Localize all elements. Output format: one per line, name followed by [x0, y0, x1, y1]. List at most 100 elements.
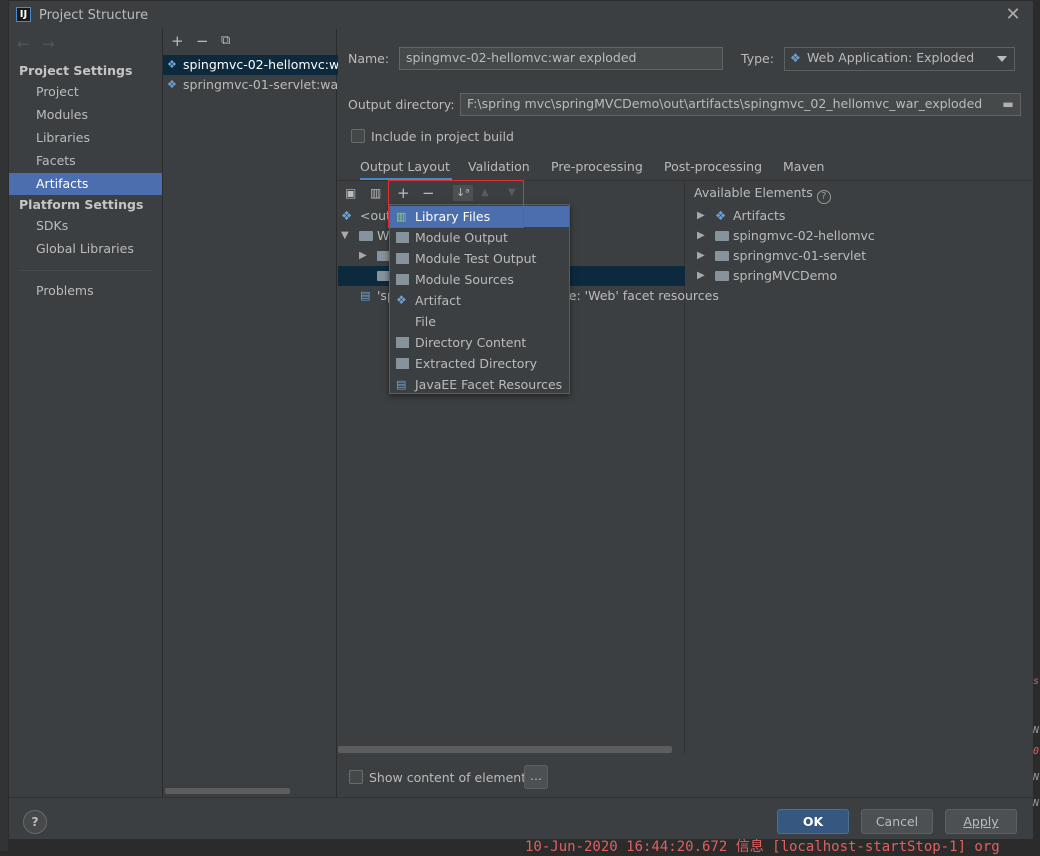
available-elements-panel: Available Elements? ▶ ❖ Artifacts ▶ spin… — [685, 181, 1033, 754]
new-folder-icon[interactable]: ▣ — [345, 185, 356, 201]
forward-arrow-icon[interactable]: → — [42, 35, 55, 53]
sidebar-item-project[interactable]: Project — [9, 81, 162, 103]
artifact-settings-panel: Name: spingmvc-02-hellomvc:war exploded … — [338, 29, 1033, 797]
ok-button[interactable]: OK — [777, 809, 849, 834]
menu-item-library-files[interactable]: ▥ Library Files — [390, 206, 569, 227]
include-build-label: Include in project build — [371, 129, 514, 144]
artifact-icon: ❖ — [715, 208, 727, 223]
available-item-label: springMVCDemo — [733, 268, 838, 283]
menu-item-module-output[interactable]: Module Output — [390, 227, 569, 248]
type-value: Web Application: Exploded — [807, 50, 975, 65]
sidebar-item-problems[interactable]: Problems — [9, 280, 162, 302]
menu-item-file[interactable]: File — [390, 311, 569, 332]
archive-icon[interactable]: ▥ — [370, 185, 381, 201]
available-elements-title: Available Elements — [694, 185, 813, 200]
menu-item-module-test-output[interactable]: Module Test Output — [390, 248, 569, 269]
show-content-checkbox[interactable] — [349, 770, 363, 784]
menu-item-artifact[interactable]: ❖ Artifact — [390, 290, 569, 311]
module-icon — [715, 251, 729, 261]
platform-settings-header: Platform Settings — [19, 197, 144, 212]
name-field[interactable]: spingmvc-02-hellomvc:war exploded — [399, 47, 723, 70]
artifact-item[interactable]: ❖ spingmvc-02-hellomvc:war exploded — [163, 55, 338, 75]
apply-button[interactable]: Apply — [945, 809, 1017, 834]
back-arrow-icon[interactable]: ← — [17, 35, 30, 53]
sidebar-item-global-libraries[interactable]: Global Libraries — [9, 238, 162, 260]
sidebar-item-modules[interactable]: Modules — [9, 104, 162, 126]
folder-icon — [396, 274, 409, 285]
output-directory-field[interactable]: F:\spring mvc\springMVCDemo\out\artifact… — [460, 93, 1021, 116]
folder-browse-icon[interactable]: ▬ — [999, 97, 1017, 111]
tab-validation[interactable]: Validation — [468, 159, 530, 181]
close-icon[interactable]: ✕ — [1003, 5, 1023, 25]
available-item-label: Artifacts — [733, 208, 786, 223]
horizontal-scrollbar[interactable] — [165, 788, 290, 794]
menu-item-label: Artifact — [415, 293, 461, 308]
menu-item-javaee-facet-resources[interactable]: ▤ JavaEE Facet Resources — [390, 374, 569, 395]
available-item-label: springmvc-01-servlet — [733, 248, 867, 263]
menu-item-extracted-directory[interactable]: Extracted Directory — [390, 353, 569, 374]
folder-icon — [396, 232, 409, 243]
artifacts-list-panel: + − ⧉ ❖ spingmvc-02-hellomvc:war explode… — [162, 29, 338, 797]
console-log-line: 10-Jun-2020 16:44:20.672 信息 [localhost-s… — [525, 839, 1000, 855]
help-button[interactable]: ? — [23, 810, 47, 834]
show-content-options-button[interactable]: ... — [524, 765, 548, 789]
remove-icon[interactable]: − — [196, 33, 209, 49]
collapsed-arrow-icon: ▶ — [697, 230, 705, 241]
available-item-artifacts[interactable]: ▶ ❖ Artifacts — [685, 206, 1033, 226]
project-structure-dialog: IJ Project Structure ✕ ← → Project Setti… — [8, 0, 1033, 839]
extracted-directory-icon — [396, 358, 409, 369]
sidebar-item-artifacts[interactable]: Artifacts — [9, 173, 162, 195]
module-icon — [715, 271, 729, 281]
sidebar-item-libraries[interactable]: Libraries — [9, 127, 162, 149]
chevron-down-icon — [997, 56, 1007, 62]
menu-item-label: File — [415, 314, 436, 329]
ide-background-left — [0, 0, 8, 851]
move-up-icon[interactable]: ▲ — [481, 185, 489, 201]
collapsed-arrow-icon: ▶ — [697, 250, 705, 261]
tab-post-processing[interactable]: Post-processing — [664, 159, 762, 181]
dialog-footer: ? OK Cancel Apply — [9, 797, 1033, 839]
copy-icon[interactable]: ⧉ — [221, 33, 230, 49]
add-copy-of-icon[interactable]: + — [397, 185, 410, 201]
facet-resource-icon: ▤ — [360, 289, 371, 302]
cancel-button[interactable]: Cancel — [861, 809, 933, 834]
include-build-checkbox[interactable] — [351, 129, 365, 143]
move-down-icon[interactable]: ▼ — [508, 185, 516, 201]
collapsed-arrow-icon: ▶ — [697, 210, 705, 221]
add-icon[interactable]: + — [171, 33, 184, 49]
sort-icon[interactable]: ↓ᵃ — [453, 185, 473, 201]
tab-maven[interactable]: Maven — [783, 159, 824, 181]
help-icon[interactable]: ? — [816, 190, 831, 204]
available-elements-header: Available Elements? — [694, 183, 1040, 204]
folder-icon — [359, 231, 373, 241]
horizontal-scrollbar[interactable] — [338, 746, 672, 753]
menu-item-label: Extracted Directory — [415, 356, 537, 371]
collapsed-arrow-icon: ▶ — [359, 250, 367, 261]
available-item-module[interactable]: ▶ springmvc-01-servlet — [685, 246, 1033, 266]
artifact-item[interactable]: ❖ springmvc-01-servlet:war exploded — [163, 75, 338, 95]
show-content-label: Show content of elements — [369, 770, 533, 785]
available-item-module[interactable]: ▶ springMVCDemo — [685, 266, 1033, 286]
tab-pre-processing[interactable]: Pre-processing — [551, 159, 643, 181]
artifact-label: spingmvc-02-hellomvc:war exploded — [183, 57, 338, 72]
layout-toolbar: ▣ ▥ + − ↓ᵃ ▲ ▼ — [338, 181, 685, 205]
output-directory-value: F:\spring mvc\springMVCDemo\out\artifact… — [467, 96, 983, 111]
web-app-icon: ❖ — [790, 51, 801, 65]
file-icon — [396, 316, 409, 327]
tab-output-layout[interactable]: Output Layout — [360, 159, 452, 181]
menu-item-label: Module Sources — [415, 272, 514, 287]
type-select[interactable]: ❖ Web Application: Exploded — [784, 47, 1015, 71]
sidebar-item-sdks[interactable]: SDKs — [9, 215, 162, 237]
available-item-module[interactable]: ▶ spingmvc-02-hellomvc — [685, 226, 1033, 246]
menu-item-module-sources[interactable]: Module Sources — [390, 269, 569, 290]
artifact-icon: ❖ — [396, 293, 407, 307]
folder-icon — [396, 337, 409, 348]
output-root-icon: ❖ — [341, 208, 353, 223]
menu-item-label: Module Output — [415, 230, 508, 245]
menu-item-directory-content[interactable]: Directory Content — [390, 332, 569, 353]
sidebar-item-facets[interactable]: Facets — [9, 150, 162, 172]
facet-resource-icon: ▤ — [396, 378, 407, 391]
library-icon: ▥ — [396, 210, 407, 223]
remove-element-icon[interactable]: − — [422, 185, 435, 201]
menu-item-label: Library Files — [415, 209, 491, 224]
